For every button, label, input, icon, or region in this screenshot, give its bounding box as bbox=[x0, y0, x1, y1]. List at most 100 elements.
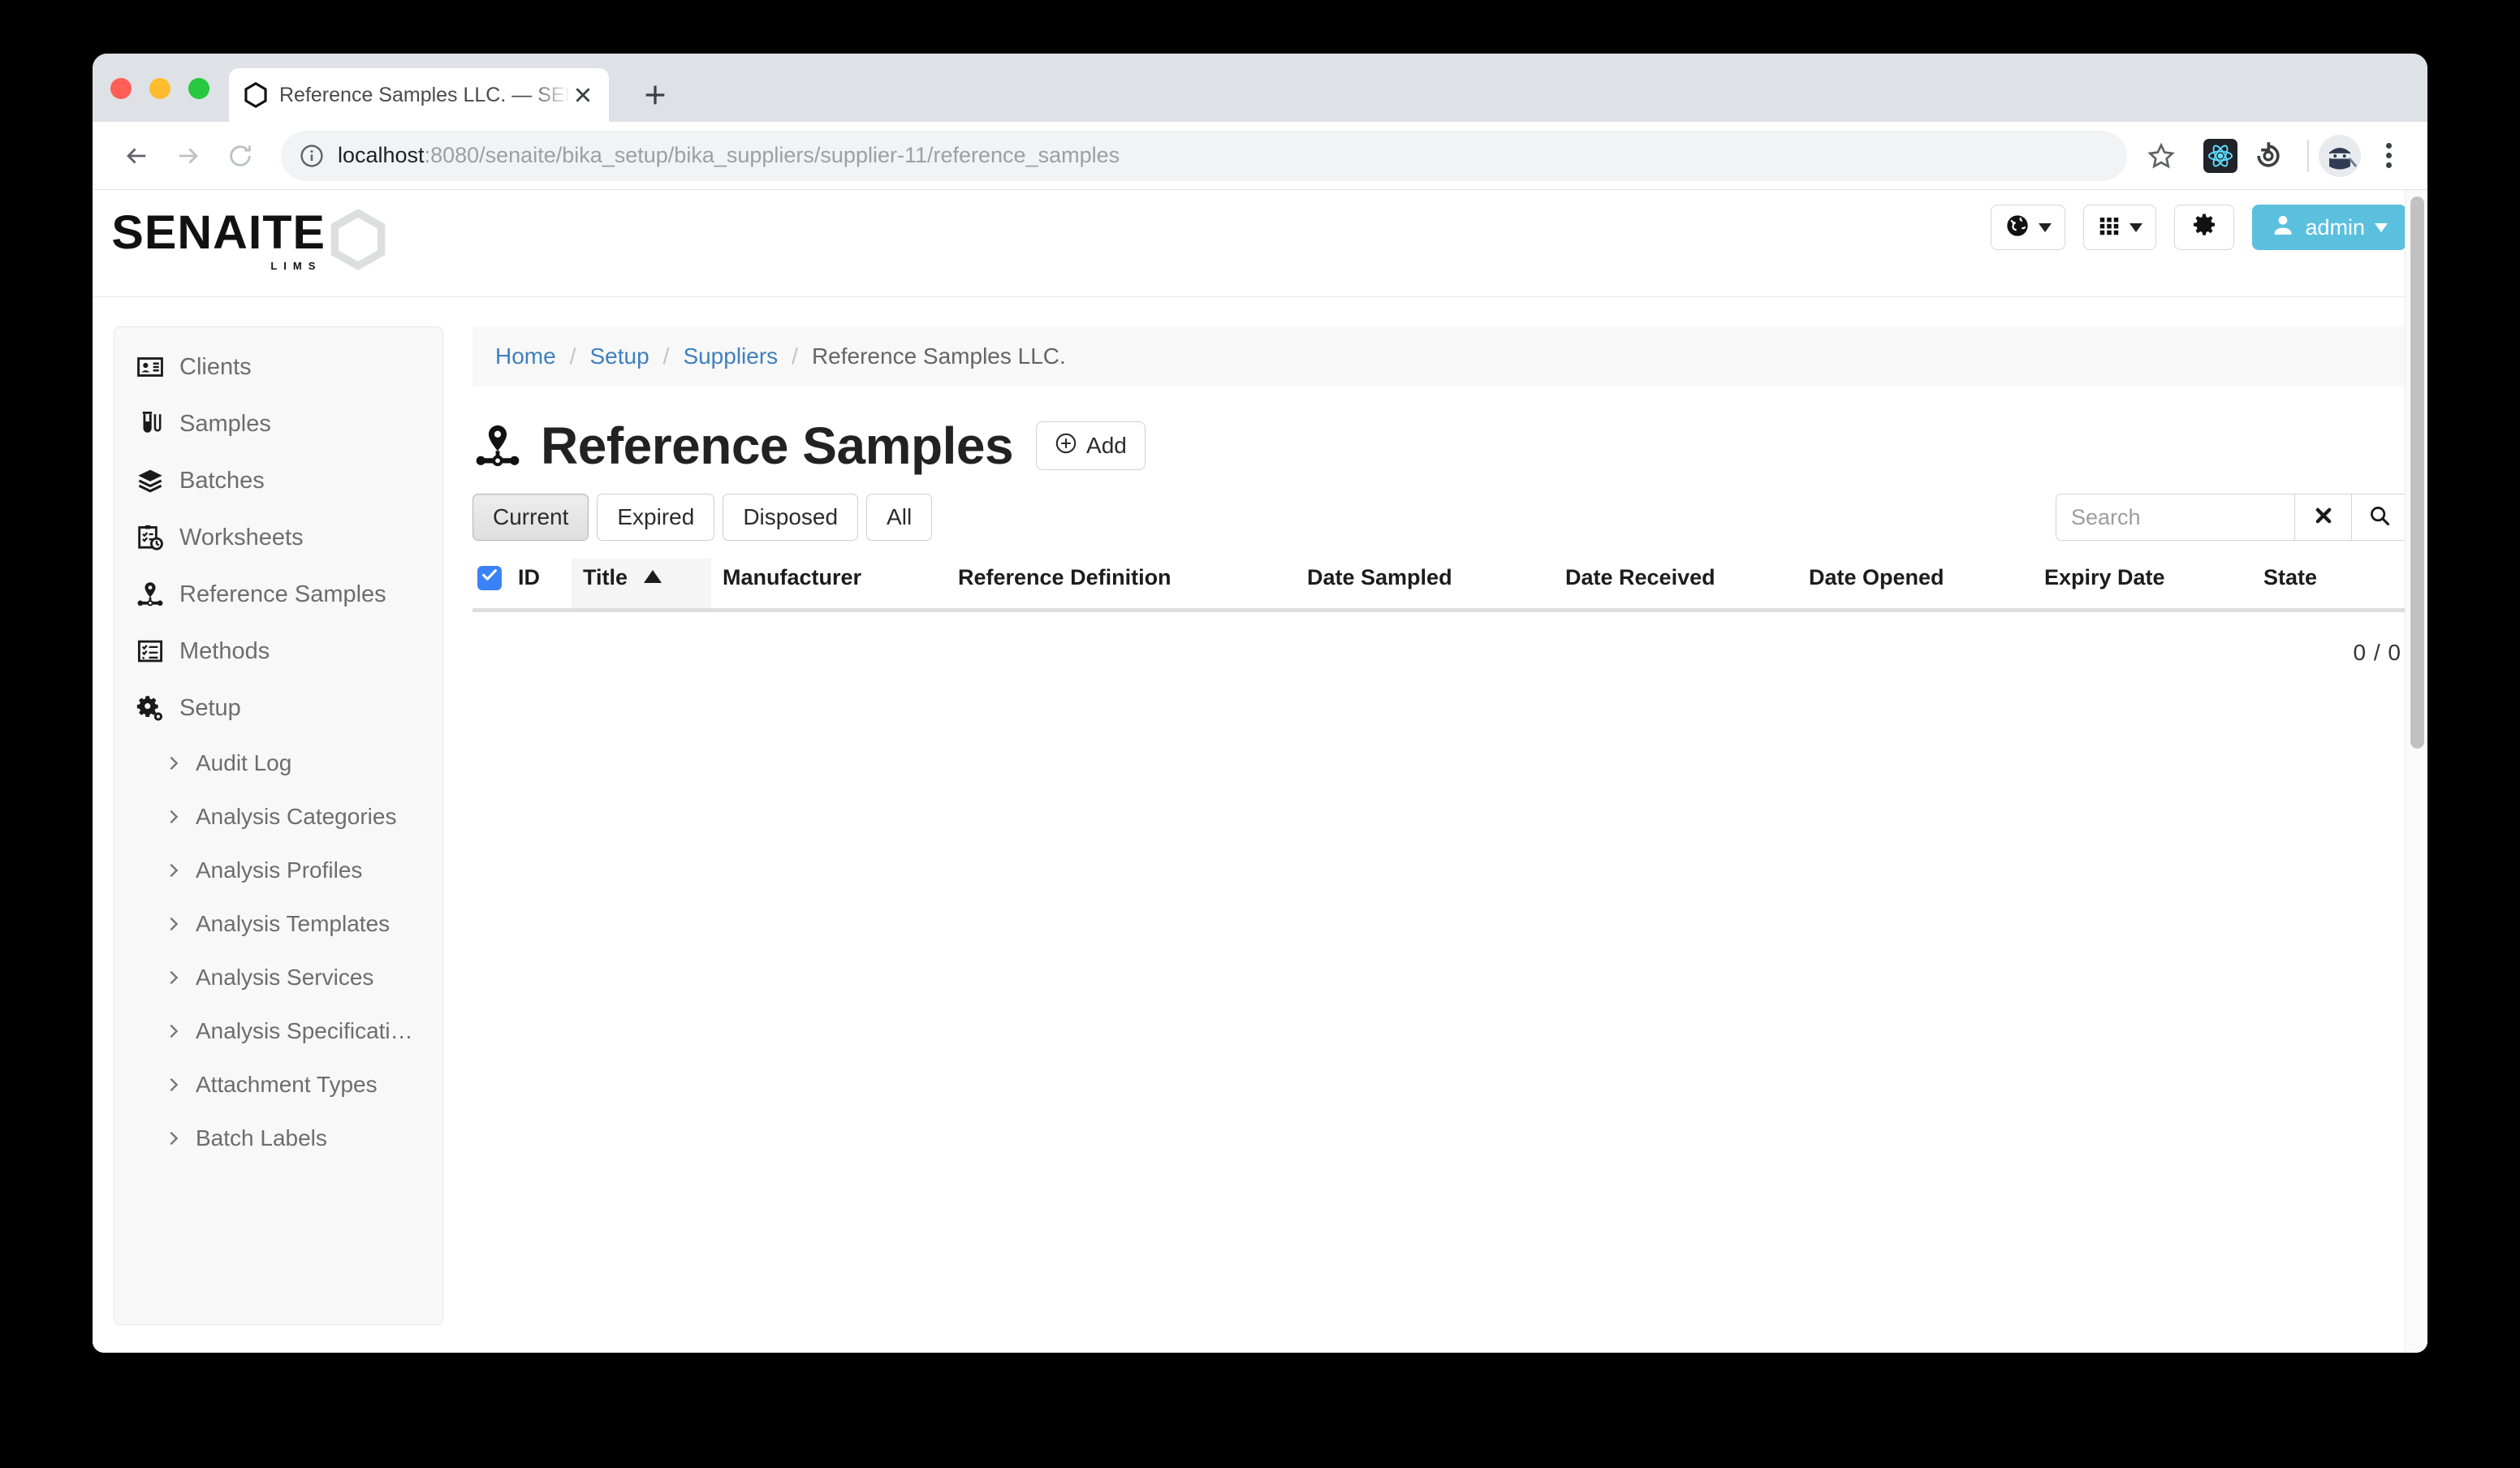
add-button-label: Add bbox=[1086, 433, 1127, 458]
chevron-right-icon bbox=[165, 915, 183, 933]
table-column-id[interactable]: ID bbox=[518, 559, 572, 612]
window-maximize-button[interactable] bbox=[188, 78, 209, 99]
sidebar-subitem-label: Analysis Services bbox=[196, 965, 374, 990]
table-column-manufacturer[interactable]: Manufacturer bbox=[711, 559, 947, 612]
kebab-menu-icon[interactable] bbox=[2367, 135, 2410, 177]
triangle-up-icon bbox=[643, 570, 662, 583]
gear-icon bbox=[2190, 212, 2218, 244]
filter-tab-all[interactable]: All bbox=[866, 494, 933, 541]
table-column-state[interactable]: State bbox=[2252, 559, 2408, 612]
search-submit-button[interactable] bbox=[2351, 494, 2408, 541]
chevron-right-icon bbox=[165, 1076, 183, 1094]
breadcrumb-link-setup[interactable]: Setup bbox=[589, 343, 649, 369]
table-column-date-received[interactable]: Date Received bbox=[1554, 559, 1797, 612]
page-scrollbar[interactable] bbox=[2405, 190, 2427, 1353]
table-column-date-opened[interactable]: Date Opened bbox=[1797, 559, 2033, 612]
hexagon-outline-icon bbox=[326, 208, 390, 275]
sidebar-subitem-analysis-templates[interactable]: Analysis Templates bbox=[114, 897, 442, 951]
language-selector-button[interactable] bbox=[1991, 205, 2066, 250]
apps-selector-button[interactable] bbox=[2083, 205, 2157, 250]
sidebar-subitem-label: Analysis Profiles bbox=[196, 857, 363, 883]
breadcrumb-link-suppliers[interactable]: Suppliers bbox=[683, 343, 778, 369]
chevron-down-icon bbox=[2375, 222, 2388, 232]
sidebar-item-batches[interactable]: Batches bbox=[114, 452, 442, 509]
window-minimize-button[interactable] bbox=[149, 78, 170, 99]
filter-tab-current[interactable]: Current bbox=[472, 494, 589, 541]
filter-tab-expired[interactable]: Expired bbox=[597, 494, 715, 541]
senaite-header: SENAITE LIMS admin bbox=[93, 190, 2427, 297]
table-column-expiry-date[interactable]: Expiry Date bbox=[2033, 559, 2252, 612]
reference-sample-icon bbox=[136, 580, 165, 609]
sidebar-subitem-analysis-categories[interactable]: Analysis Categories bbox=[114, 790, 442, 844]
sidebar-item-worksheets[interactable]: Worksheets bbox=[114, 509, 442, 566]
info-circle-icon[interactable] bbox=[297, 141, 326, 171]
sidebar-subitem-label: Analysis Specificati… bbox=[196, 1018, 413, 1043]
senaite-body: Clients Samples Batches Worksheets Refer… bbox=[93, 297, 2427, 1325]
browser-toolbar: localhost:8080/senaite/bika_setup/bika_s… bbox=[93, 122, 2427, 190]
filter-tabs: Current Expired Disposed All bbox=[472, 494, 940, 541]
times-icon bbox=[2313, 505, 2334, 530]
reference-samples-table: ID Title Manufacturer Reference Definiti… bbox=[472, 559, 2408, 612]
sidebar-item-setup[interactable]: Setup bbox=[114, 680, 442, 736]
id-card-icon bbox=[136, 352, 165, 382]
user-icon bbox=[2271, 213, 2295, 243]
sidebar-subitem-analysis-profiles[interactable]: Analysis Profiles bbox=[114, 844, 442, 897]
toolbar-divider bbox=[2307, 139, 2309, 172]
new-tab-button[interactable] bbox=[635, 75, 675, 115]
filter-tab-disposed[interactable]: Disposed bbox=[723, 494, 859, 541]
gears-icon bbox=[136, 693, 165, 723]
breadcrumb-current: Reference Samples LLC. bbox=[811, 343, 1066, 369]
clipboard-clock-icon bbox=[136, 523, 165, 552]
address-bar-url: localhost:8080/senaite/bika_setup/bika_s… bbox=[338, 143, 1120, 168]
hexagon-icon bbox=[242, 81, 270, 109]
url-host: localhost bbox=[338, 143, 425, 167]
arrow-right-icon[interactable] bbox=[162, 130, 214, 182]
sidebar-subitem-attachment-types[interactable]: Attachment Types bbox=[114, 1058, 442, 1112]
ninja-avatar-icon[interactable] bbox=[2319, 134, 2361, 177]
sidebar-subitem-analysis-specifications[interactable]: Analysis Specificati… bbox=[114, 1004, 442, 1058]
main-content: Home / Setup / Suppliers / Reference Sam… bbox=[443, 326, 2408, 666]
arrow-left-icon[interactable] bbox=[110, 130, 162, 182]
sidebar-item-reference-samples[interactable]: Reference Samples bbox=[114, 566, 442, 623]
sidebar-subitem-batch-labels[interactable]: Batch Labels bbox=[114, 1112, 442, 1165]
sidebar-subitem-analysis-services[interactable]: Analysis Services bbox=[114, 951, 442, 1004]
close-icon[interactable] bbox=[570, 82, 596, 108]
history-reload-icon[interactable] bbox=[2249, 136, 2288, 175]
sidebar-item-methods[interactable]: Methods bbox=[114, 623, 442, 680]
sidebar-subitem-audit-log[interactable]: Audit Log bbox=[114, 736, 442, 790]
sidebar-item-label: Samples bbox=[179, 410, 271, 437]
window-close-button[interactable] bbox=[110, 78, 132, 99]
settings-button[interactable] bbox=[2174, 205, 2235, 250]
table-column-title-label: Title bbox=[583, 565, 628, 589]
sidebar-item-label: Methods bbox=[179, 637, 270, 664]
search-input[interactable] bbox=[2056, 494, 2294, 541]
table-select-all-header[interactable] bbox=[472, 559, 518, 612]
reload-icon[interactable] bbox=[214, 130, 266, 182]
sidebar: Clients Samples Batches Worksheets Refer… bbox=[114, 326, 443, 1325]
table-column-date-sampled[interactable]: Date Sampled bbox=[1296, 559, 1554, 612]
user-menu-button[interactable]: admin bbox=[2252, 205, 2406, 250]
add-button[interactable]: Add bbox=[1036, 421, 1146, 470]
browser-window: Reference Samples LLC. — SENAITE LIMS bbox=[93, 54, 2427, 1353]
page-scrollbar-thumb[interactable] bbox=[2410, 196, 2424, 749]
star-icon[interactable] bbox=[2137, 132, 2186, 180]
chevron-right-icon bbox=[165, 808, 183, 826]
react-devtools-icon[interactable] bbox=[2203, 138, 2237, 173]
select-all-checkbox[interactable] bbox=[477, 565, 502, 590]
table-header: ID Title Manufacturer Reference Definiti… bbox=[472, 559, 2408, 612]
sidebar-item-samples[interactable]: Samples bbox=[114, 395, 442, 452]
senaite-logo[interactable]: SENAITE LIMS bbox=[111, 206, 390, 275]
table-column-reference-definition[interactable]: Reference Definition bbox=[947, 559, 1296, 612]
chevron-down-icon bbox=[2039, 222, 2052, 232]
table-column-title[interactable]: Title bbox=[572, 559, 711, 612]
sidebar-subitem-label: Batch Labels bbox=[196, 1125, 327, 1151]
browser-tab[interactable]: Reference Samples LLC. — SENAITE LIMS bbox=[229, 68, 609, 122]
sidebar-item-clients[interactable]: Clients bbox=[114, 339, 442, 395]
senaite-wordmark: SENAITE bbox=[111, 206, 326, 259]
globe-icon bbox=[2004, 213, 2030, 243]
chevron-right-icon bbox=[165, 754, 183, 772]
layers-icon bbox=[136, 466, 165, 495]
search-clear-button[interactable] bbox=[2294, 494, 2351, 541]
address-bar[interactable]: localhost:8080/senaite/bika_setup/bika_s… bbox=[281, 130, 2127, 181]
breadcrumb-link-home[interactable]: Home bbox=[495, 343, 556, 369]
